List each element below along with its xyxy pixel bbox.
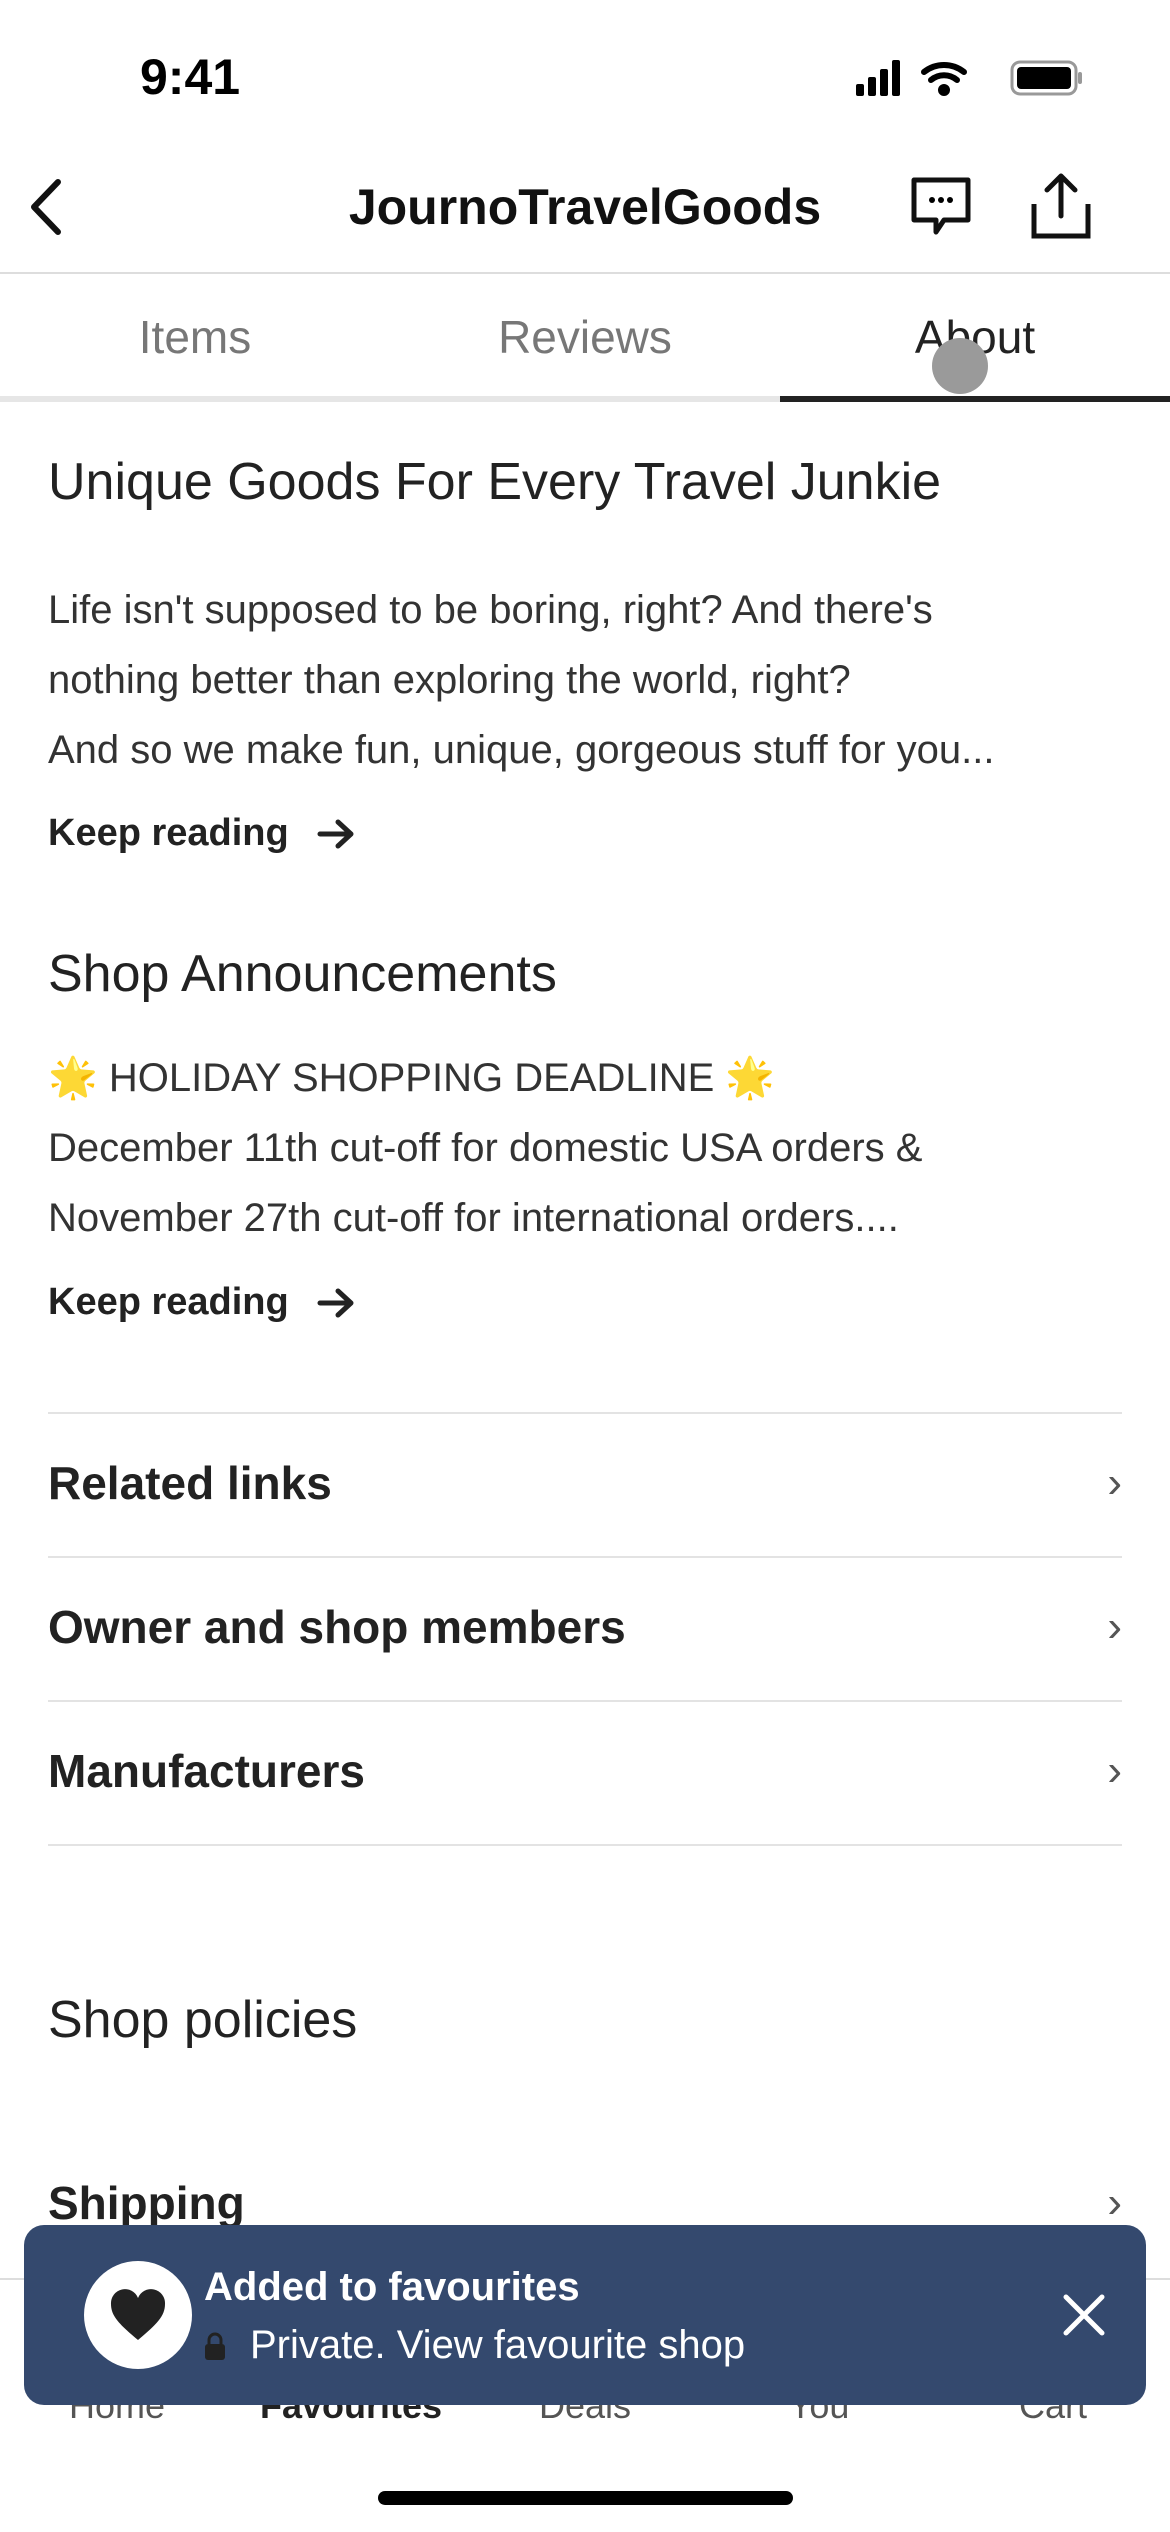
battery-icon: [1010, 60, 1082, 96]
policies-heading: Shop policies: [48, 1991, 358, 2049]
row-label: Owner and shop members: [48, 1601, 626, 1653]
row-label: Manufacturers: [48, 1745, 365, 1797]
arrow-right-icon: [317, 819, 354, 848]
chevron-right-icon: ›: [1107, 1746, 1122, 1795]
message-icon[interactable]: [910, 176, 974, 242]
about-line: Life isn't supposed to be boring, right?…: [48, 588, 933, 632]
touch-indicator: [932, 338, 988, 394]
page-title: JournoTravelGoods: [348, 179, 822, 235]
divider: [48, 1412, 1122, 1414]
view-favourite-shop-link[interactable]: Private. View favourite shop: [204, 2323, 745, 2368]
signal-icon: [856, 60, 900, 96]
divider: [48, 1844, 1122, 1846]
announcements-heading: Shop Announcements: [48, 945, 557, 1003]
owner-members-row[interactable]: Owner and shop members ›: [48, 1600, 1122, 1654]
heart-badge: [84, 2261, 192, 2369]
announcement-line: 🌟 HOLIDAY SHOPPING DEADLINE 🌟: [48, 1056, 776, 1100]
row-label: Related links: [48, 1457, 332, 1509]
chevron-right-icon: ›: [1107, 1458, 1122, 1507]
lock-icon: [205, 2332, 225, 2360]
manufacturers-row[interactable]: Manufacturers ›: [48, 1744, 1122, 1798]
announcement-line: November 27th cut-off for international …: [48, 1196, 899, 1240]
about-keep-reading-link[interactable]: Keep reading: [48, 812, 357, 855]
home-indicator: [378, 2491, 793, 2505]
announcements-keep-reading-link[interactable]: Keep reading: [48, 1281, 357, 1324]
about-heading: Unique Goods For Every Travel Junkie: [48, 453, 942, 511]
shipping-row[interactable]: Shipping ›: [48, 2176, 1122, 2230]
toast-title: Added to favourites: [204, 2265, 580, 2309]
tab-reviews[interactable]: Reviews: [390, 310, 780, 364]
status-time: 9:41: [140, 49, 241, 105]
about-text: Life isn't supposed to be boring, right?…: [48, 575, 1128, 785]
about-line: And so we make fun, unique, gorgeous stu…: [48, 728, 995, 772]
header-divider: [0, 272, 1170, 274]
about-line: nothing better than exploring the world,…: [48, 658, 851, 702]
share-icon[interactable]: [1028, 172, 1094, 242]
keep-reading-label: Keep reading: [48, 1281, 289, 1323]
tab-active-indicator: [780, 396, 1170, 402]
divider: [48, 1556, 1122, 1558]
row-label: Shipping: [48, 2177, 245, 2229]
status-icons: [856, 60, 1082, 96]
announcements-text: 🌟 HOLIDAY SHOPPING DEADLINE 🌟 December 1…: [48, 1043, 1128, 1253]
tab-items[interactable]: Items: [0, 310, 390, 364]
toast-subtitle: Private. View favourite shop: [250, 2323, 746, 2367]
arrow-right-icon: [317, 1288, 354, 1317]
wifi-icon: [921, 61, 967, 96]
related-links-row[interactable]: Related links ›: [48, 1456, 1122, 1510]
divider: [48, 1700, 1122, 1702]
close-icon[interactable]: [1054, 2285, 1114, 2345]
chevron-right-icon: ›: [1107, 2178, 1122, 2227]
keep-reading-label: Keep reading: [48, 812, 289, 854]
favourites-toast: Added to favourites Private. View favour…: [24, 2225, 1146, 2405]
heart-icon: [110, 2289, 166, 2340]
chevron-right-icon: ›: [1107, 1602, 1122, 1651]
announcement-line: December 11th cut-off for domestic USA o…: [48, 1126, 923, 1170]
